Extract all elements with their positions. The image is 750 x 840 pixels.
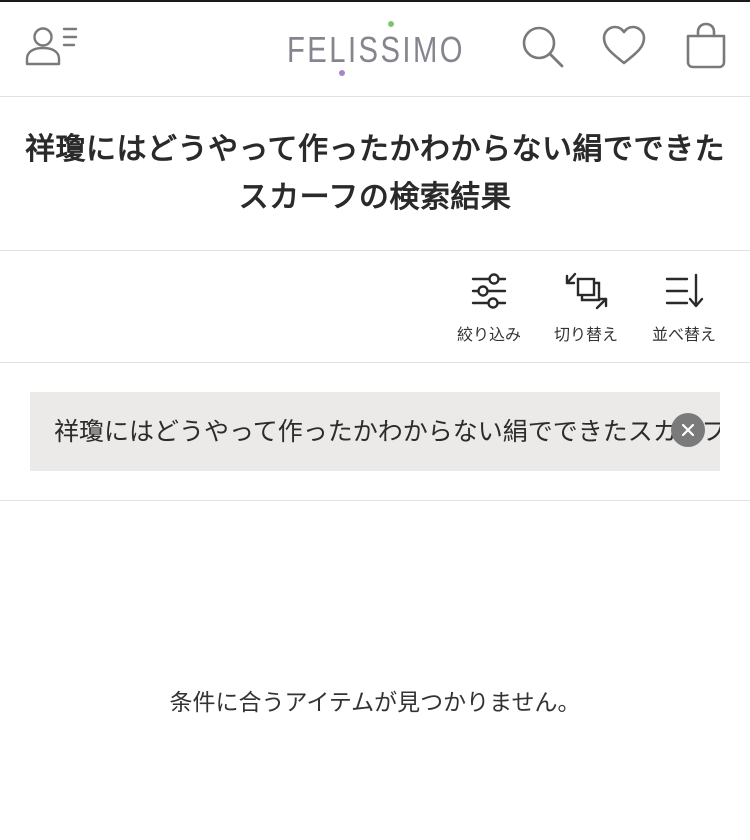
shopping-bag-icon [686, 22, 726, 69]
cart-button[interactable] [684, 22, 728, 70]
user-menu-button[interactable] [24, 22, 80, 68]
clear-keyword-button[interactable] [671, 413, 705, 447]
sort-label: 並べ替え [651, 325, 716, 344]
result-toolbar: 絞り込み 切り替え 並べ替え [0, 251, 750, 363]
filter-button[interactable]: 絞り込み [446, 269, 532, 349]
sort-icon [665, 273, 704, 308]
empty-results-message: 条件に合うアイテムが見つかりません。 [169, 690, 581, 716]
favorites-button[interactable] [600, 24, 648, 68]
logo-purple-dot [339, 70, 345, 76]
heart-icon [602, 25, 646, 65]
search-button[interactable] [518, 22, 566, 70]
site-header: FELISSIMO [0, 2, 750, 97]
search-keyword-section: 祥瓊にはどうやって作ったかわからない絹でできたスカーフ [0, 363, 750, 501]
filter-sliders-icon [471, 273, 507, 309]
close-icon [681, 423, 695, 437]
search-keyword-text: 祥瓊にはどうやって作ったかわからない絹でできたスカーフ [54, 417, 720, 446]
logo-text: FELISSIMO [287, 29, 465, 70]
search-icon [522, 26, 564, 68]
view-switch-label: 切り替え [553, 325, 618, 344]
filter-label: 絞り込み [456, 325, 521, 344]
user-menu-icon [25, 27, 78, 66]
search-results-page: FELISSIMO 祥瓊にはどうやって作ったかわからない絹でできたスカーフの検索… [0, 0, 750, 840]
view-switch-button[interactable]: 切り替え [543, 269, 629, 349]
sort-button[interactable]: 並べ替え [641, 269, 727, 349]
view-switch-icon [565, 272, 608, 310]
page-title: 祥瓊にはどうやって作ったかわからない絹でできたスカーフの検索結果 [25, 131, 725, 215]
logo-green-dot [388, 21, 394, 27]
title-section: 祥瓊にはどうやって作ったかわからない絹でできたスカーフの検索結果 [0, 97, 750, 251]
felissimo-logo[interactable]: FELISSIMO [285, 20, 467, 78]
search-keyword-chip[interactable]: 祥瓊にはどうやって作ったかわからない絹でできたスカーフ [30, 392, 720, 471]
